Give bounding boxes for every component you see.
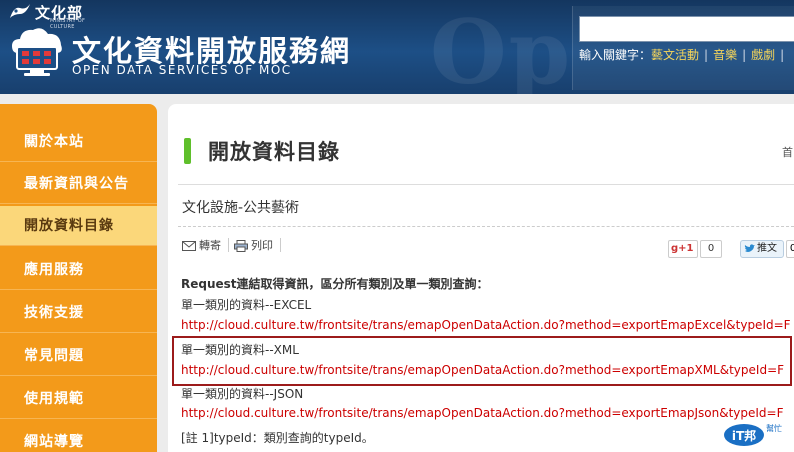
breadcrumb-home-link[interactable]: 首 — [782, 144, 793, 160]
divider — [178, 226, 794, 227]
cloud-monitor-icon — [12, 28, 62, 76]
keyword-separator: | — [742, 48, 747, 62]
keyword-link-events[interactable]: 藝文活動 — [651, 48, 699, 62]
sidebar-item-faq[interactable]: 常見問題 — [0, 336, 157, 376]
search-panel: 輸入關鍵字：藝文活動 | 音樂 | 戲劇 | — [572, 6, 794, 90]
tool-separator — [280, 238, 281, 252]
printer-icon — [234, 240, 248, 252]
forward-button[interactable]: 轉寄 — [182, 237, 221, 253]
site-header: Op 文化部 MINISTRY OF CULTURE 文化資料開放服務網 OPE… — [0, 0, 794, 94]
badge-text: iT邦 — [732, 428, 756, 443]
tool-separator — [228, 238, 229, 252]
site-subtitle: OPEN DATA SERVICES OF MOC — [72, 63, 292, 77]
google-plus-count: 0 — [700, 240, 722, 258]
typeid-note: [註 1]typeId：類別查詢的typeId。 — [181, 431, 374, 445]
google-plus-label: +1 — [678, 243, 694, 254]
ministry-logo[interactable]: 文化部 MINISTRY OF CULTURE — [8, 2, 108, 30]
main-content: 開放資料目錄 首 文化設施-公共藝術 轉寄 列印 g+1 0 推文 0 Requ… — [168, 104, 794, 452]
entry-link-excel[interactable]: http://cloud.culture.tw/frontsite/trans/… — [181, 318, 791, 332]
page-title: 開放資料目錄 — [208, 140, 340, 164]
keyword-row: 輸入關鍵字：藝文活動 | 音樂 | 戲劇 | — [579, 46, 789, 63]
tweet-count: 0 — [786, 240, 794, 258]
print-button[interactable]: 列印 — [234, 237, 273, 253]
ithome-badge-icon: iT邦 幫忙 — [724, 423, 782, 446]
entry-link-json[interactable]: http://cloud.culture.tw/frontsite/trans/… — [181, 406, 784, 420]
sidebar-item-news[interactable]: 最新資訊與公告 — [0, 164, 157, 204]
request-description: 連結取得資訊，區分所有類別及單一類別查詢： — [236, 277, 489, 291]
google-plus-button[interactable]: g+1 — [668, 240, 698, 258]
keyword-separator: | — [780, 48, 785, 62]
sidebar-menu: 關於本站 最新資訊與公告 開放資料目錄 應用服務 技術支援 常見問題 使用規範 … — [0, 104, 157, 452]
twitter-bird-icon — [744, 244, 755, 252]
sidebar-item-sitemap[interactable]: 網站導覽 — [0, 422, 157, 452]
sidebar-item-open-data-catalog[interactable]: 開放資料目錄 — [0, 206, 157, 246]
forward-label: 轉寄 — [199, 239, 221, 252]
keyword-label: 輸入關鍵字： — [579, 48, 652, 62]
entry-link-xml[interactable]: http://cloud.culture.tw/frontsite/trans/… — [181, 363, 784, 377]
keyword-link-drama[interactable]: 戲劇 — [751, 48, 775, 62]
sidebar-item-terms[interactable]: 使用規範 — [0, 379, 157, 419]
header-watermark: Op — [430, 0, 573, 94]
dataset-category-title: 文化設施-公共藝術 — [182, 200, 300, 216]
entry-label-json: 單一類別的資料--JSON — [181, 387, 304, 401]
ministry-emblem-icon — [10, 4, 30, 18]
sidebar-item-applications[interactable]: 應用服務 — [0, 250, 157, 290]
print-label: 列印 — [251, 239, 273, 252]
request-keyword: Request — [181, 277, 237, 291]
tweet-button[interactable]: 推文 — [740, 240, 784, 258]
sidebar-item-tech-support[interactable]: 技術支援 — [0, 293, 157, 333]
entry-label-excel: 單一類別的資料--EXCEL — [181, 298, 312, 312]
title-accent-bar — [184, 138, 191, 164]
keyword-link-music[interactable]: 音樂 — [713, 48, 737, 62]
keyword-separator: | — [704, 48, 709, 62]
divider — [178, 184, 794, 185]
badge-sub-text: 幫忙 — [766, 423, 782, 433]
tweet-label: 推文 — [757, 243, 777, 254]
request-intro: Request連結取得資訊，區分所有類別及單一類別查詢： — [181, 275, 489, 292]
search-input[interactable] — [579, 16, 794, 42]
entry-label-xml: 單一類別的資料--XML — [181, 343, 299, 357]
sidebar-item-about[interactable]: 關於本站 — [0, 122, 157, 162]
envelope-icon — [182, 241, 196, 251]
